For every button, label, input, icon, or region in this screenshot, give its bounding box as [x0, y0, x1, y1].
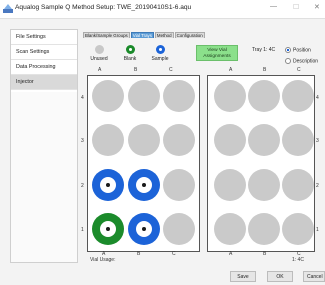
col-label-a: A	[229, 67, 233, 73]
nav-item-injector[interactable]: Injector	[11, 75, 77, 90]
description-label: Description	[293, 58, 319, 65]
row-label-4: 4	[316, 95, 319, 101]
tab-method[interactable]: Method	[154, 32, 174, 38]
tab-vial-trays[interactable]: Vial Trays	[130, 32, 154, 38]
vial-c4[interactable]	[163, 80, 195, 112]
vial-a4[interactable]	[92, 80, 124, 112]
vial-a2[interactable]	[92, 169, 124, 201]
vial-c3[interactable]	[282, 124, 314, 156]
tab-strip: Blank/Sample Groups Vial Trays Method Co…	[83, 32, 206, 38]
col-label-b: B	[263, 251, 267, 257]
vial-c2[interactable]	[282, 169, 314, 201]
col-label-c: C	[172, 251, 176, 257]
legend-blank: Blank	[120, 45, 140, 62]
vial-b2[interactable]	[248, 169, 280, 201]
vial-c2[interactable]	[163, 169, 195, 201]
tab-configuration[interactable]: Configuration	[174, 32, 205, 38]
description-option[interactable]: Description	[285, 58, 318, 64]
vial-a2[interactable]	[214, 169, 246, 201]
legend-sample-label: Sample	[151, 56, 169, 62]
vial-a4[interactable]	[214, 80, 246, 112]
col-label-c: C	[169, 67, 173, 73]
vial-a1[interactable]	[214, 213, 246, 245]
row-label-1: 1	[81, 227, 84, 233]
row-label-4: 4	[81, 95, 84, 101]
row-label-2: 2	[81, 183, 84, 189]
nav-item-scan-settings[interactable]: Scan Settings	[11, 45, 77, 60]
vial-a1[interactable]	[92, 213, 124, 245]
row-label-3: 3	[81, 138, 84, 144]
title-bar: Aqualog Sample Q Method Setup: TWE_20190…	[0, 0, 325, 18]
vial-b4[interactable]	[128, 80, 160, 112]
vial-b1[interactable]	[248, 213, 280, 245]
position-option[interactable]: Position	[285, 47, 311, 53]
tab-blank-sample-groups[interactable]: Blank/Sample Groups	[83, 32, 130, 38]
position-radio[interactable]	[285, 47, 291, 53]
row-label-1: 1	[316, 227, 319, 233]
close-button[interactable]: ✕	[314, 3, 320, 11]
description-radio[interactable]	[285, 58, 291, 64]
position-label: Position	[293, 47, 311, 54]
col-label-a: A	[98, 67, 102, 73]
minimize-button[interactable]: —	[270, 3, 277, 10]
vial-c1[interactable]	[163, 213, 195, 245]
vial-usage-label: Vial Usage:	[90, 257, 116, 263]
app-icon	[3, 4, 13, 13]
vial-a3[interactable]	[92, 124, 124, 156]
blank-swatch	[125, 45, 135, 54]
view-vial-assignments-button[interactable]: View Vial Assignments	[196, 45, 238, 61]
nav-item-file-settings[interactable]: File Settings	[11, 30, 77, 45]
vial-c3[interactable]	[163, 124, 195, 156]
col-label-b: B	[263, 67, 267, 73]
legend-blank-label: Blank	[123, 56, 137, 62]
legend-unused-label: Unused	[90, 56, 108, 62]
vial-c1[interactable]	[282, 213, 314, 245]
sample-swatch	[155, 45, 165, 54]
vial-b3[interactable]	[128, 124, 160, 156]
vial-b1[interactable]	[128, 213, 160, 245]
unused-swatch	[94, 45, 104, 54]
row-label-2: 2	[316, 183, 319, 189]
settings-nav: File Settings Scan Settings Data Process…	[10, 29, 78, 93]
vial-a3[interactable]	[214, 124, 246, 156]
vial-c4[interactable]	[282, 80, 314, 112]
assign-line2: Assignments	[203, 54, 231, 59]
vial-b3[interactable]	[248, 124, 280, 156]
tray-label: Tray 1: 4C	[252, 47, 276, 53]
col-label-c: C	[297, 67, 301, 73]
nav-item-data-processing[interactable]: Data Processing	[11, 60, 77, 75]
col-label-a: A	[229, 251, 233, 257]
legend-sample: Sample	[149, 45, 171, 62]
legend-unused: Unused	[88, 45, 110, 62]
vial-tray-right	[207, 75, 315, 252]
maximize-button[interactable]: ☐	[293, 3, 299, 11]
nav-empty-area	[10, 92, 78, 263]
window-title: Aqualog Sample Q Method Setup: TWE_20190…	[15, 4, 192, 11]
save-button[interactable]: Save	[230, 271, 256, 282]
dialog-body: File Settings Scan Settings Data Process…	[0, 18, 325, 285]
col-label-b: B	[137, 251, 141, 257]
vial-b4[interactable]	[248, 80, 280, 112]
col-label-b: B	[134, 67, 138, 73]
cancel-button[interactable]: Cancel	[303, 271, 325, 282]
vial-tray-left	[87, 75, 200, 252]
vial-b2[interactable]	[128, 169, 160, 201]
tray-footer-label: 1: 4C	[292, 257, 304, 263]
ok-button[interactable]: OK	[267, 271, 293, 282]
row-label-3: 3	[316, 138, 319, 144]
